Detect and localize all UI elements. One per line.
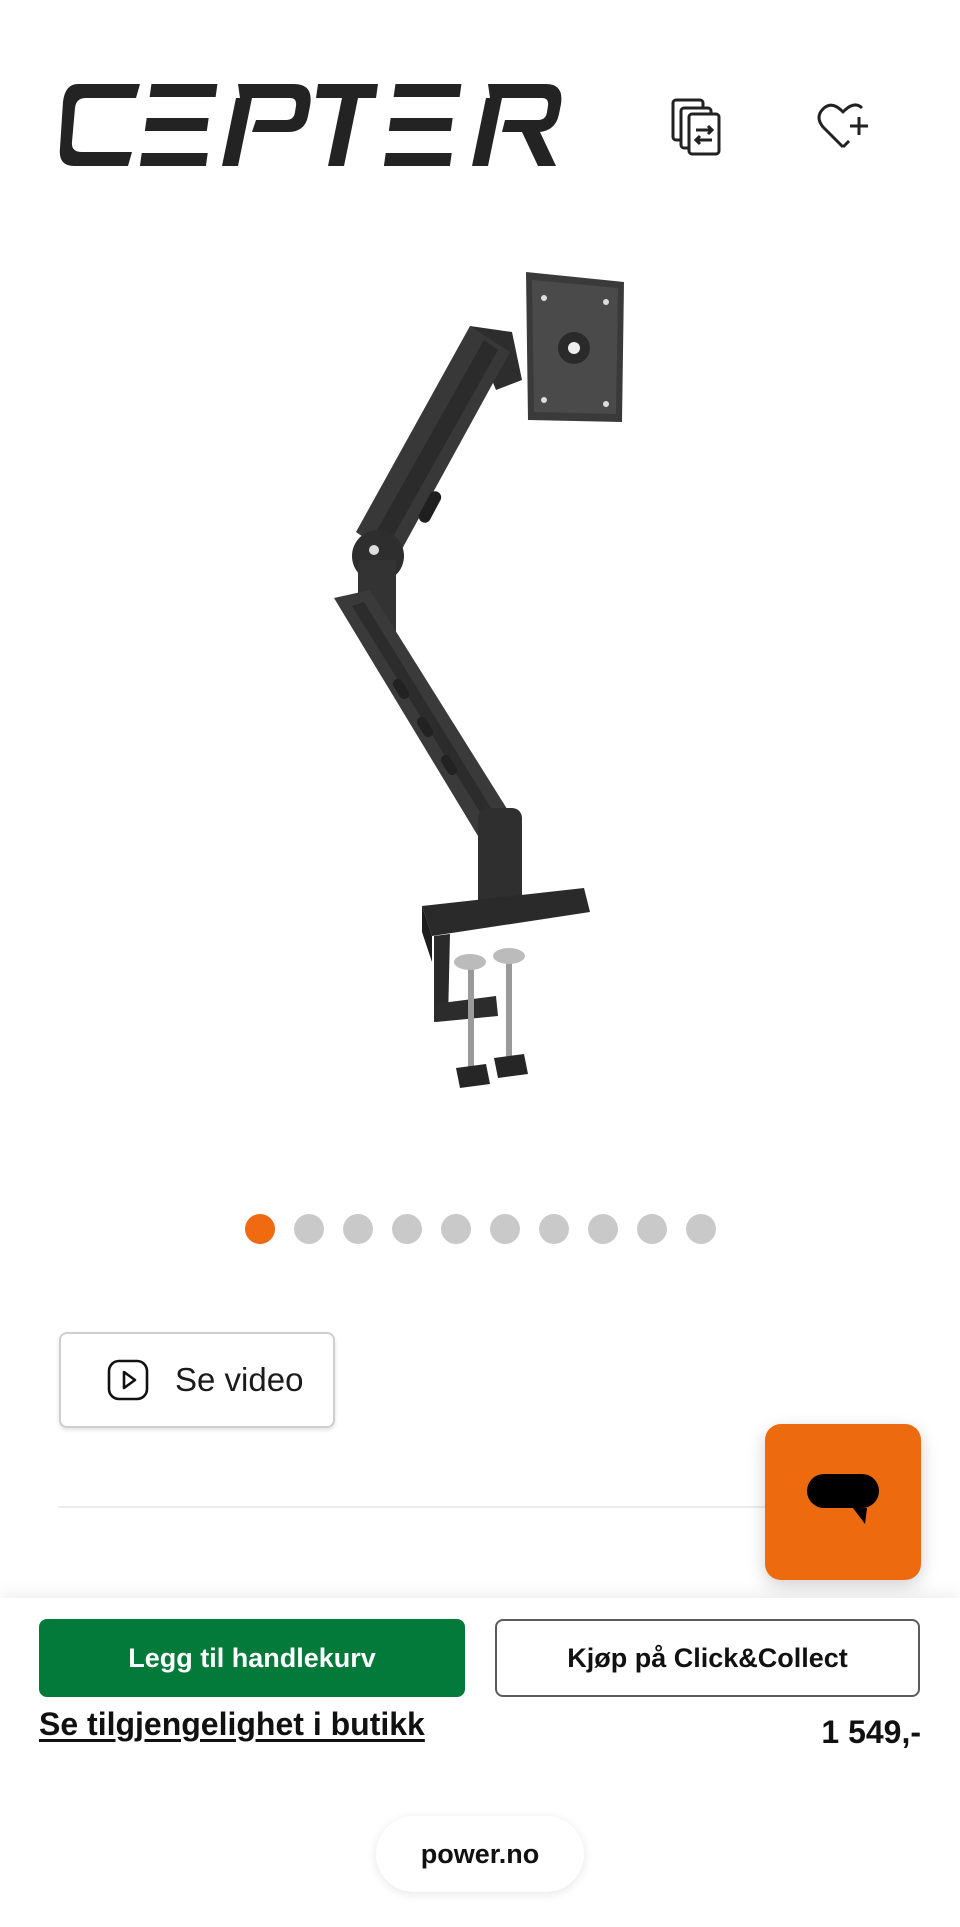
section-divider [58,1506,768,1508]
chat-button[interactable] [765,1424,921,1580]
pagination-dot[interactable] [342,1214,373,1244]
store-availability-link[interactable]: Se tilgjengelighet i butikk [39,1706,425,1743]
pagination-dot[interactable] [489,1214,520,1244]
play-icon [107,1359,149,1401]
pagination-dot[interactable] [587,1214,618,1244]
pagination-dot[interactable] [685,1214,716,1244]
pagination-dot[interactable] [538,1214,569,1244]
add-to-cart-button[interactable]: Legg til handlekurv [39,1619,465,1697]
pagination-dot[interactable] [391,1214,422,1244]
product-image-monitor-arm[interactable] [300,260,660,1110]
image-pagination [0,1214,960,1244]
pagination-dot[interactable] [244,1214,275,1244]
heart-plus-icon[interactable] [810,94,876,160]
watch-video-button[interactable]: Se video [59,1332,335,1428]
pagination-dot[interactable] [293,1214,324,1244]
watch-video-label: Se video [175,1361,304,1398]
cepter-logo-graphic [59,84,562,166]
product-price: 1 549,- [821,1714,921,1750]
click-and-collect-button[interactable]: Kjøp på Click&Collect [495,1619,920,1697]
pagination-dot[interactable] [440,1214,471,1244]
pagination-dot[interactable] [636,1214,667,1244]
brand-logo[interactable] [56,80,568,170]
chat-bubble-icon [803,1468,883,1537]
browser-url-bar[interactable]: power.no [376,1816,584,1892]
compare-icon[interactable] [664,94,730,160]
